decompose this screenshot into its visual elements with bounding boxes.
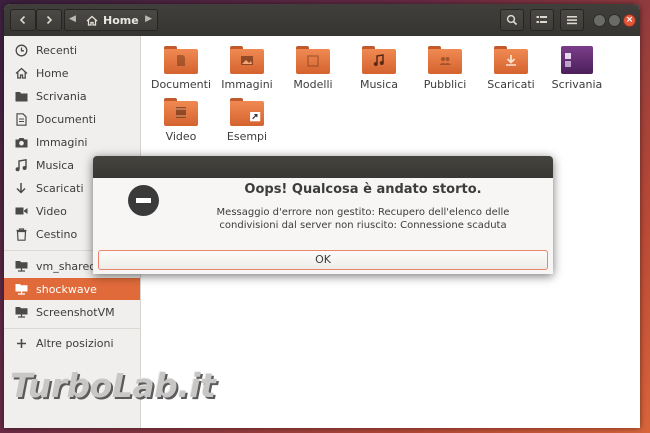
path-scroll-right-icon[interactable]: ▶ — [145, 14, 152, 24]
search-button[interactable] — [500, 9, 524, 31]
network-folder-icon — [14, 259, 28, 273]
close-icon: × — [625, 15, 634, 25]
sidebar-item-shockwave[interactable]: shockwave — [4, 278, 140, 300]
folder-examples-icon — [230, 98, 264, 126]
folder-music-icon — [362, 46, 396, 74]
sidebar-item-home[interactable]: Home — [4, 62, 140, 84]
file-item-label: Scrivania — [551, 78, 603, 91]
path-scroll-left-icon[interactable]: ◀ — [69, 14, 76, 24]
file-item-label: Esempi — [226, 130, 268, 143]
file-item-modelli[interactable]: Modelli — [277, 46, 349, 91]
sidebar-item-scrivania[interactable]: Scrivania — [4, 85, 140, 107]
sidebar-item-recenti[interactable]: Recenti — [4, 39, 140, 61]
sidebar-item-label: ScreenshotVM — [36, 305, 115, 319]
file-item-musica[interactable]: Musica — [343, 46, 415, 91]
home-icon — [14, 66, 28, 80]
camera-icon — [14, 135, 28, 149]
file-item-label: Documenti — [150, 78, 212, 91]
sidebar-item-immagini[interactable]: Immagini — [4, 131, 140, 153]
list-view-icon — [536, 16, 547, 23]
file-item-scrivania[interactable]: Scrivania — [541, 46, 613, 91]
path-bar-label: Home — [103, 14, 139, 27]
ok-button[interactable]: OK — [98, 250, 548, 270]
sidebar-item-label: Cestino — [36, 227, 78, 241]
path-bar-home[interactable]: ◀ Home ▶ — [64, 9, 158, 31]
sidebar-item-label: shockwave — [36, 282, 97, 296]
dialog-message-line: condivisioni dal server non riuscito: Co… — [219, 220, 507, 231]
file-item-pubblici[interactable]: Pubblici — [409, 46, 481, 91]
chevron-left-icon — [19, 15, 26, 25]
file-item-label: Immagini — [221, 78, 273, 91]
sidebar-item-altre-posizioni[interactable]: Altre posizioni — [4, 332, 140, 354]
sidebar-item-label: Scrivania — [36, 89, 87, 103]
turbolab-watermark-logo: TurboLab.it — [10, 366, 235, 416]
document-icon — [14, 112, 28, 126]
sidebar-item-label: Musica — [36, 158, 75, 172]
view-options-button[interactable] — [530, 9, 554, 31]
folder-documents-icon — [164, 46, 198, 74]
file-item-label: Modelli — [293, 78, 333, 91]
dialog-titlebar — [93, 156, 553, 178]
plus-icon — [14, 336, 28, 350]
maximize-button[interactable] — [608, 14, 621, 27]
sidebar-separator — [4, 328, 140, 329]
headerbar: ◀ Home ▶ × — [4, 4, 640, 36]
sidebar-item-label: Video — [36, 204, 67, 218]
sidebar-item-label: Recenti — [36, 43, 78, 57]
sidebar-item-label: Altre posizioni — [36, 336, 114, 350]
sidebar-item-label: Immagini — [36, 135, 88, 149]
sidebar-item-documenti[interactable]: Documenti — [4, 108, 140, 130]
home-icon — [86, 15, 98, 26]
chevron-right-icon — [46, 15, 53, 25]
download-icon — [14, 181, 28, 195]
file-item-label: Pubblici — [423, 78, 467, 91]
error-icon — [128, 185, 159, 216]
sidebar-item-label: Documenti — [36, 112, 97, 126]
folder-downloads-icon — [494, 46, 528, 74]
folder-videos-icon — [164, 98, 198, 126]
file-item-label: Musica — [359, 78, 399, 91]
network-folder-icon — [14, 305, 28, 319]
file-item-video[interactable]: Video — [145, 98, 217, 143]
folder-public-icon — [428, 46, 462, 74]
search-icon — [506, 14, 518, 26]
sidebar-item-label: Scaricati — [36, 181, 84, 195]
network-folder-icon — [14, 282, 28, 296]
close-window-button[interactable]: × — [623, 14, 636, 27]
trash-icon — [14, 227, 28, 241]
sidebar-item-screenshotvm[interactable]: ScreenshotVM — [4, 301, 140, 323]
music-icon — [14, 158, 28, 172]
back-button[interactable] — [10, 9, 36, 31]
video-icon — [14, 204, 28, 218]
hamburger-menu-icon — [567, 16, 577, 25]
watermark-text: TurboLab.it — [10, 366, 216, 405]
file-item-esempi[interactable]: Esempi — [211, 98, 283, 143]
error-dialog: Oops! Qualcosa è andato storto. Messaggi… — [93, 156, 553, 274]
folder-pictures-icon — [230, 46, 264, 74]
file-item-documenti[interactable]: Documenti — [145, 46, 217, 91]
folder-templates-icon — [296, 46, 330, 74]
sidebar-item-label: Home — [36, 66, 69, 80]
file-item-immagini[interactable]: Immagini — [211, 46, 283, 91]
dialog-heading: Oops! Qualcosa è andato storto. — [244, 182, 482, 197]
file-item-label: Scaricati — [487, 78, 535, 91]
clock-icon — [14, 43, 28, 57]
folder-icon — [14, 89, 28, 103]
dialog-message: Messaggio d'errore non gestito: Recupero… — [203, 206, 523, 232]
minimize-button[interactable] — [593, 14, 606, 27]
menu-button[interactable] — [560, 9, 584, 31]
forward-button[interactable] — [36, 9, 62, 31]
dialog-message-line: Messaggio d'errore non gestito: Recupero… — [216, 207, 510, 218]
file-item-scaricati[interactable]: Scaricati — [475, 46, 547, 91]
folder-desktop-icon — [561, 46, 593, 74]
file-item-label: Video — [165, 130, 197, 143]
